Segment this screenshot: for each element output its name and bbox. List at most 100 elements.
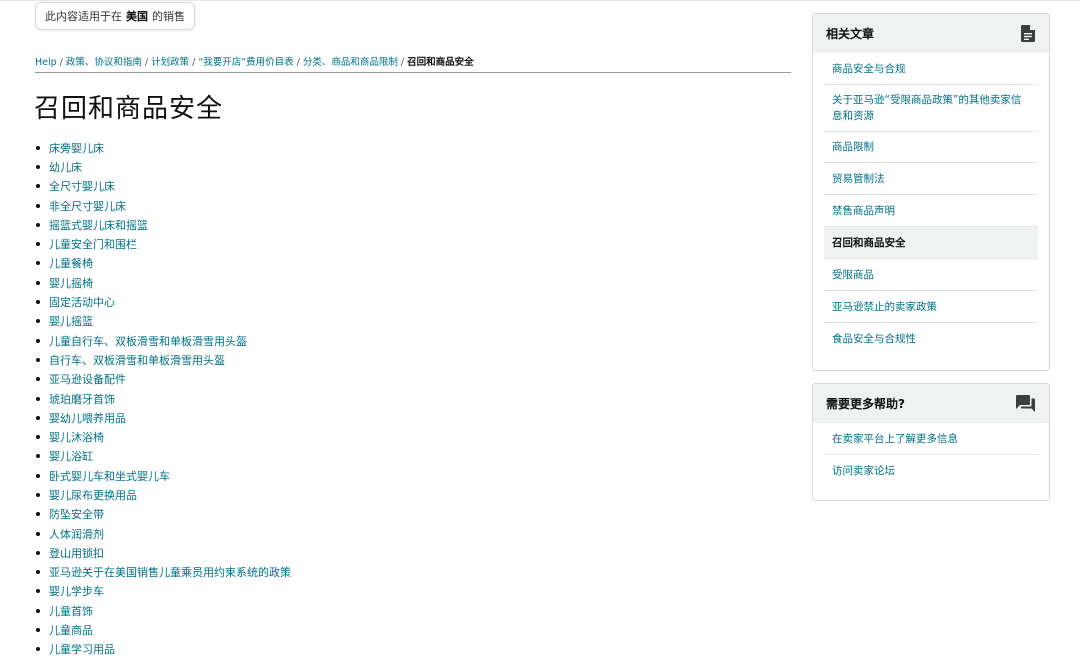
bullet-icon (36, 203, 40, 208)
bullet-icon (36, 319, 40, 324)
topic-link[interactable]: 人体润滑剂 (49, 526, 104, 542)
related-article-link[interactable]: 关于亚马逊“受限商品政策”的其他卖家信息和资源 (832, 92, 1030, 124)
topic-list-item: 幼儿床 (35, 157, 291, 176)
topic-link[interactable]: 床旁婴儿床 (49, 140, 104, 156)
topic-list-item: 婴儿沐浴椅 (35, 427, 291, 446)
bullet-icon (36, 492, 40, 497)
bullet-icon (36, 550, 40, 555)
bullet-icon (36, 628, 40, 633)
breadcrumb-link[interactable]: “我要开店”费用价目表 (198, 57, 293, 68)
related-article-item[interactable]: 亚马逊禁止的卖家政策 (824, 291, 1038, 323)
more-help-link[interactable]: 在卖家平台上了解更多信息 (832, 431, 958, 447)
topic-link[interactable]: 自行车、双板滑雪和单板滑雪用头盔 (49, 352, 225, 368)
related-article-link[interactable]: 受限商品 (832, 267, 874, 283)
related-article-item: 召回和商品安全 (824, 227, 1038, 259)
topic-link[interactable]: 婴儿摇篮 (49, 313, 93, 329)
topic-list-item: 儿童餐椅 (35, 254, 291, 273)
bullet-icon (36, 222, 40, 227)
related-article-item[interactable]: 商品限制 (824, 132, 1038, 163)
topic-list-item: 婴幼儿喂养用品 (35, 408, 291, 427)
more-help-item[interactable]: 在卖家平台上了解更多信息 (824, 423, 1038, 455)
related-article-item[interactable]: 关于亚马逊“受限商品政策”的其他卖家信息和资源 (824, 85, 1038, 132)
breadcrumb-separator: / (192, 57, 196, 68)
topic-list-item: 非全尺寸婴儿床 (35, 196, 291, 215)
topic-link[interactable]: 婴儿沐浴椅 (49, 429, 104, 445)
related-article-link: 召回和商品安全 (832, 236, 906, 249)
topic-link[interactable]: 摇篮式婴儿床和摇篮 (49, 217, 148, 233)
bullet-icon (36, 242, 40, 247)
topic-link[interactable]: 亚马逊设备配件 (49, 371, 126, 387)
topic-link[interactable]: 婴儿学步车 (49, 583, 104, 599)
topic-link[interactable]: 防坠安全带 (49, 506, 104, 522)
region-notice-country: 美国 (126, 10, 148, 23)
breadcrumb-link[interactable]: 政策、协议和指南 (66, 57, 142, 68)
topic-link[interactable]: 儿童自行车、双板滑雪和单板滑雪用头盔 (49, 333, 247, 349)
topic-link[interactable]: 儿童餐椅 (49, 255, 93, 271)
related-article-link[interactable]: 商品限制 (832, 139, 874, 155)
topic-list-item: 全尺寸婴儿床 (35, 177, 291, 196)
topic-list-item: 儿童商品 (35, 620, 291, 639)
topic-list-item: 琥珀磨牙首饰 (35, 389, 291, 408)
breadcrumb: Help / 政策、协议和指南 / 计划政策 / “我要开店”费用价目表 / 分类、商品和商品限… (35, 53, 791, 73)
topic-link[interactable]: 儿童学习用品 (49, 641, 115, 657)
bullet-icon (36, 357, 40, 362)
topic-link[interactable]: 卧式婴儿车和坐式婴儿车 (49, 468, 170, 484)
more-help-link[interactable]: 访问卖家论坛 (832, 463, 895, 479)
topic-list: 床旁婴儿床 幼儿床 全尺寸婴儿床 非全尺寸婴儿床 摇篮式婴儿床和摇篮 儿童安全门和围栏 儿童… (35, 138, 291, 659)
bullet-icon (36, 184, 40, 189)
bullet-icon (36, 377, 40, 382)
topic-list-item: 卧式婴儿车和坐式婴儿车 (35, 466, 291, 485)
related-article-item[interactable]: 贸易管制法 (824, 163, 1038, 195)
more-help-panel: 需要更多帮助? 在卖家平台上了解更多信息 访问卖家论坛 (812, 383, 1050, 501)
topic-list-item: 固定活动中心 (35, 292, 291, 311)
bullet-icon (36, 280, 40, 285)
topic-link[interactable]: 固定活动中心 (49, 294, 115, 310)
topic-list-item: 登山用锁扣 (35, 543, 291, 562)
topic-link[interactable]: 婴儿摇椅 (49, 275, 93, 291)
related-article-link[interactable]: 商品安全与合规 (832, 61, 906, 77)
topic-list-item: 婴儿学步车 (35, 582, 291, 601)
breadcrumb-separator: / (296, 57, 300, 68)
topic-link[interactable]: 婴儿浴缸 (49, 448, 93, 464)
related-article-link[interactable]: 亚马逊禁止的卖家政策 (832, 299, 937, 315)
topic-list-item: 防坠安全带 (35, 505, 291, 524)
region-notice-prefix: 此内容适用于在 (45, 10, 122, 23)
breadcrumb-link[interactable]: 分类、商品和商品限制 (303, 57, 398, 68)
bullet-icon (36, 608, 40, 613)
related-articles-header: 相关文章 (813, 14, 1049, 53)
topic-link[interactable]: 亚马逊关于在美国销售儿童乘员用约束系统的政策 (49, 564, 291, 580)
breadcrumb-link[interactable]: Help (35, 57, 57, 68)
bullet-icon (36, 531, 40, 536)
related-article-item[interactable]: 食品安全与合规性 (824, 323, 1038, 354)
topic-list-item: 儿童自行车、双板滑雪和单板滑雪用头盔 (35, 331, 291, 350)
topic-link[interactable]: 幼儿床 (49, 159, 82, 175)
bullet-icon (36, 570, 40, 575)
topic-list-item: 亚马逊关于在美国销售儿童乘员用约束系统的政策 (35, 563, 291, 582)
more-help-item[interactable]: 访问卖家论坛 (824, 455, 1038, 487)
related-article-link[interactable]: 贸易管制法 (832, 171, 885, 187)
topic-list-item: 婴儿摇篮 (35, 312, 291, 331)
bullet-icon (36, 589, 40, 594)
bullet-icon (36, 647, 40, 652)
topic-link[interactable]: 登山用锁扣 (49, 545, 104, 561)
topic-link[interactable]: 儿童首饰 (49, 603, 93, 619)
related-article-link[interactable]: 食品安全与合规性 (832, 331, 916, 347)
breadcrumb-link[interactable]: 计划政策 (151, 57, 189, 68)
related-article-item[interactable]: 受限商品 (824, 259, 1038, 291)
more-help-header: 需要更多帮助? (813, 384, 1049, 423)
topic-link[interactable]: 全尺寸婴儿床 (49, 178, 115, 194)
topic-link[interactable]: 非全尺寸婴儿床 (49, 198, 126, 214)
topic-list-item: 人体润滑剂 (35, 524, 291, 543)
topic-link[interactable]: 儿童商品 (49, 622, 93, 638)
breadcrumb-separator: / (144, 57, 149, 68)
topic-link[interactable]: 婴幼儿喂养用品 (49, 410, 126, 426)
topic-list-item: 床旁婴儿床 (35, 138, 291, 157)
topic-link[interactable]: 婴儿尿布更换用品 (49, 487, 137, 503)
related-article-item[interactable]: 商品安全与合规 (824, 53, 1038, 85)
topic-link[interactable]: 儿童安全门和围栏 (49, 236, 137, 252)
topic-list-item: 儿童安全门和围栏 (35, 234, 291, 253)
related-article-item[interactable]: 禁售商品声明 (824, 195, 1038, 227)
topic-link[interactable]: 琥珀磨牙首饰 (49, 391, 115, 407)
related-article-link[interactable]: 禁售商品声明 (832, 203, 895, 219)
topic-list-item: 摇篮式婴儿床和摇篮 (35, 215, 291, 234)
